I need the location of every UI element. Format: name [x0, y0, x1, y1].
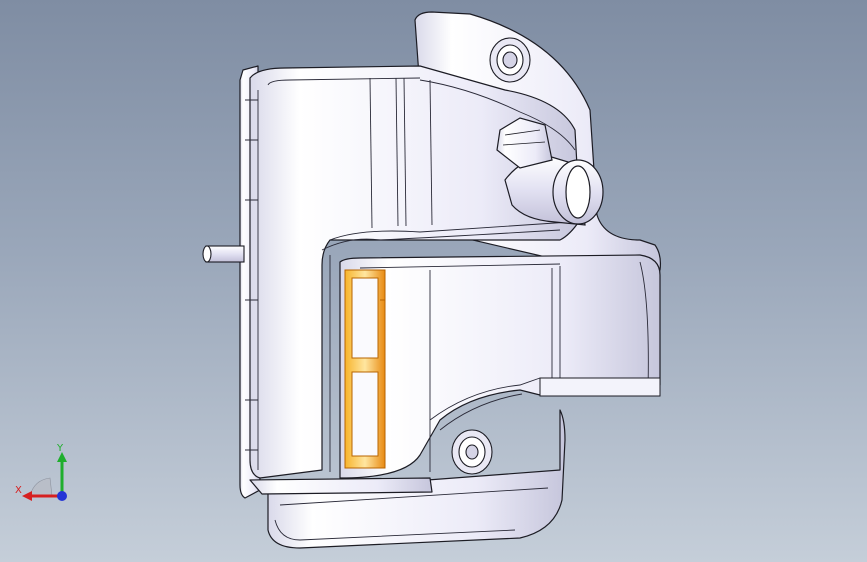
z-axis-dot	[57, 491, 67, 501]
lower-mount-hole	[451, 429, 493, 475]
side-chamber	[339, 254, 661, 479]
cad-viewport[interactable]: Y X	[0, 0, 867, 562]
part-model[interactable]	[0, 0, 867, 562]
y-axis-label: Y	[57, 443, 64, 454]
upper-mount-hole	[489, 37, 531, 83]
left-pin	[202, 245, 245, 263]
triad-graphic	[22, 452, 67, 501]
bottom-rim	[249, 477, 433, 495]
side-window-slot	[539, 377, 661, 397]
orientation-triad: Y X	[10, 438, 80, 508]
x-axis-label: X	[15, 485, 22, 496]
highlighted-insert	[344, 269, 386, 469]
